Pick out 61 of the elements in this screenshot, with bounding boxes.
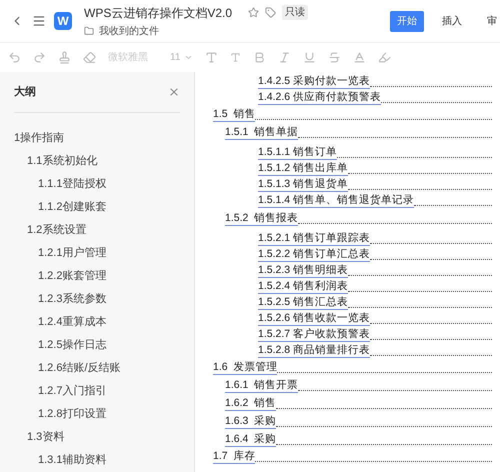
toc-link[interactable]: 1.7 库存 — [213, 450, 256, 464]
tag-icon[interactable] — [265, 7, 276, 18]
toc-link[interactable]: 1.5.1.2 销售出库单 — [258, 162, 348, 176]
outline-item[interactable]: 1.1.2创建账套 — [0, 196, 194, 219]
outline-item[interactable]: 1.3资料 — [0, 426, 194, 449]
bold-icon[interactable] — [253, 51, 266, 64]
toc-link[interactable]: 1.5.2.8 商品销量排行表 — [258, 344, 370, 358]
toc-link[interactable]: 1.6 发票管理 — [213, 361, 278, 375]
toc-link[interactable]: 1.6.4 采购 — [225, 433, 276, 447]
outline-item[interactable]: 1.2.7入门指引 — [0, 380, 194, 403]
ribbon-tab[interactable]: 开始 — [390, 10, 424, 32]
star-icon[interactable] — [248, 7, 260, 18]
close-icon[interactable] — [168, 86, 180, 98]
toc-link[interactable]: 1.5.2.6 销售收款一览表 — [258, 312, 370, 326]
outline-title: 大纲 — [14, 84, 36, 100]
toc-link[interactable]: 1.5.2.3 销售明细表 — [258, 264, 348, 278]
toc-link[interactable]: 1.5.2.7 客户收款预警表 — [258, 328, 370, 342]
underline-icon[interactable] — [303, 51, 316, 64]
outline-item[interactable]: 1.2.2账套管理 — [0, 265, 194, 288]
outline-item[interactable]: 1.2.8打印设置 — [0, 403, 194, 426]
eraser-icon[interactable] — [83, 51, 96, 64]
redo-icon[interactable] — [33, 51, 46, 64]
ribbon-tab[interactable]: 审 — [480, 10, 500, 32]
caret-icon[interactable] — [184, 53, 194, 62]
ribbon-tab[interactable]: 插入 — [435, 10, 469, 32]
outline-item[interactable]: 1操作指南 — [0, 127, 194, 150]
folder-name[interactable]: 我收到的文件 — [99, 24, 159, 38]
undo-icon[interactable] — [8, 51, 21, 64]
toc-link[interactable]: 1.5.2 销售报表 — [225, 212, 298, 226]
outline-item[interactable]: 1.2.5操作日志 — [0, 334, 194, 357]
toc-link[interactable]: 1.4.2.5 采购付款一览表 — [258, 75, 370, 89]
toc-link[interactable]: 1.5.2.5 销售汇总表 — [258, 296, 348, 310]
toc-link[interactable]: 1.5.2.4 销售利润表 — [258, 280, 348, 294]
toc-link[interactable]: 1.5.1.1 销售订单 — [258, 146, 338, 160]
outline-item[interactable]: 1.3.1辅助资料 — [0, 449, 194, 472]
outline-item[interactable]: 1.2系统设置 — [0, 219, 194, 242]
toc-link[interactable]: 1.6.3 采购 — [225, 415, 276, 429]
outline-item[interactable]: 1.1系统初始化 — [0, 150, 194, 173]
outline-item[interactable]: 1.2.6结账/反结账 — [0, 357, 194, 380]
toc-link[interactable]: 1.6.1 销售开票 — [225, 379, 298, 393]
toc-link[interactable]: 1.5.2.2 销售订单汇总表 — [258, 248, 370, 262]
document-title: WPS云进销存操作文档V2.0 — [84, 4, 232, 22]
app-logo: W — [54, 12, 72, 30]
toc-link[interactable]: 1.5.1.4 销售单、销售退货单记录 — [258, 194, 414, 208]
toc-link[interactable]: 1.5.1.3 销售退货单 — [258, 178, 348, 192]
highlight-icon[interactable] — [378, 51, 392, 64]
italic-icon[interactable] — [278, 51, 292, 64]
outline-item[interactable]: 1.2.4重算成本 — [0, 311, 194, 334]
menu-icon[interactable] — [32, 14, 46, 28]
outline-item[interactable]: 1.2.1用户管理 — [0, 242, 194, 265]
toc-link[interactable]: 1.4.2.6 供应商付款预警表 — [258, 91, 382, 105]
font-color-icon[interactable] — [353, 51, 366, 64]
folder-icon — [84, 26, 94, 36]
read-only-badge: 只读 — [282, 5, 308, 20]
toc-link[interactable]: 1.6.2 销售 — [225, 397, 276, 411]
toc-link[interactable]: 1.5.2.1 销售订单跟踪表 — [258, 232, 370, 246]
toc-link[interactable]: 1.5.1 销售单据 — [225, 126, 298, 140]
strikethrough-icon[interactable] — [328, 51, 342, 64]
toc-link[interactable]: 1.5 销售 — [213, 108, 256, 122]
outline-item[interactable]: 1.1.1登陆授权 — [0, 173, 194, 196]
outline-item[interactable]: 1.2.3系统参数 — [0, 288, 194, 311]
